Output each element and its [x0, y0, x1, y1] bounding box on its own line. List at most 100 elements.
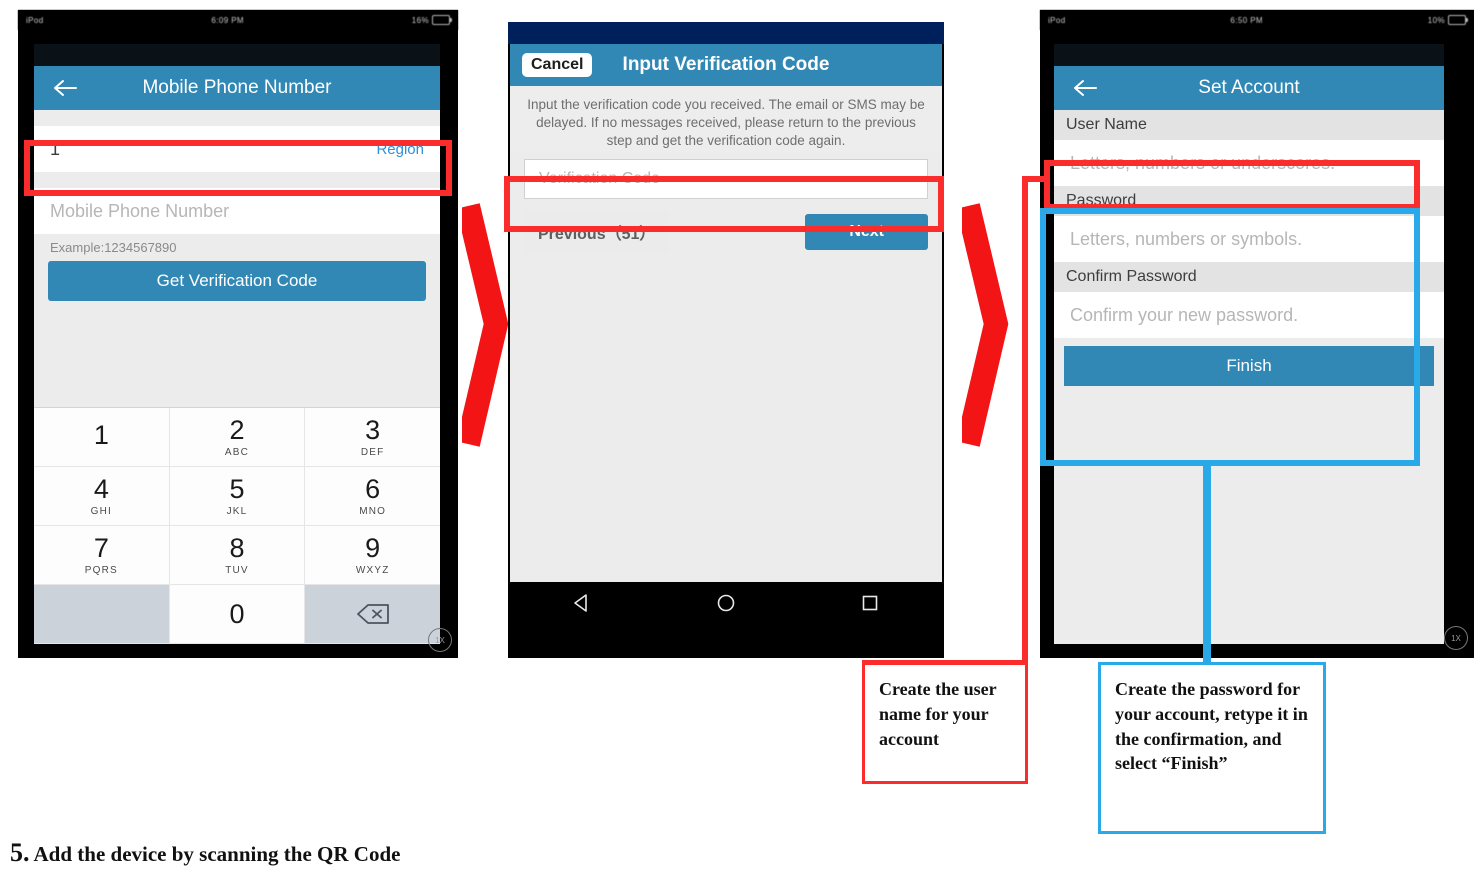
figure-caption: 5. Add the device by scanning the QR Cod…	[10, 838, 400, 868]
back-arrow-icon[interactable]	[1072, 77, 1098, 99]
app-screen-3: Set Account User Name Letters, numbers o…	[1054, 44, 1444, 644]
username-label: User Name	[1054, 110, 1444, 140]
numeric-keypad: 1 2 ABC 3 DEF 4 GHI 5 JKL 6 MNO 7 PQRS 8…	[34, 407, 440, 644]
key-number: 8	[229, 532, 245, 563]
battery-icon	[432, 15, 452, 25]
confirm-password-placeholder: Confirm your new password.	[1070, 304, 1299, 325]
screen-filler	[1054, 476, 1444, 644]
verification-code-input[interactable]: Verification Code	[524, 159, 928, 200]
app-screen-1: Mobile Phone Number 1 Region Mobile Phon…	[34, 44, 440, 644]
key-8[interactable]: 8 TUV	[169, 526, 306, 585]
username-input[interactable]: Letters, numbers or underscores.	[1054, 140, 1444, 186]
password-input[interactable]: Letters, numbers or symbols.	[1054, 216, 1444, 262]
action-button-row: Previous（51） Next	[510, 199, 942, 254]
battery-icon	[1448, 15, 1468, 25]
key-4[interactable]: 4 GHI	[34, 467, 170, 526]
key-number: 0	[229, 598, 245, 629]
previous-button[interactable]: Previous（51）	[524, 211, 670, 254]
mobile-phone-number-input[interactable]: Mobile Phone Number	[34, 188, 440, 234]
callout-username: Create the user name for your account	[862, 662, 1028, 784]
key-6[interactable]: 6 MNO	[305, 467, 440, 526]
key-letters: WXYZ	[355, 564, 390, 576]
key-2[interactable]: 2 ABC	[169, 408, 306, 467]
status-right: 16%	[411, 15, 452, 25]
key-number: 4	[93, 473, 109, 504]
key-number: 9	[365, 532, 381, 563]
key-number: 6	[365, 473, 381, 504]
phone-screenshot-1: iPod 6:09 PM 16% Mobile Phone Number 1 R…	[18, 10, 458, 658]
key-letters: GHI	[90, 505, 113, 517]
key-letters: PQRS	[84, 564, 118, 576]
spacer-2	[34, 172, 440, 188]
status-carrier: iPod	[26, 15, 44, 25]
connector-blue-vertical	[1203, 462, 1211, 666]
screen-top-strip-3	[1054, 44, 1444, 66]
key-5[interactable]: 5 JKL	[169, 467, 306, 526]
confirm-password-label: Confirm Password	[1054, 262, 1444, 292]
keypad-row: 1 2 ABC 3 DEF	[34, 408, 440, 467]
keypad-row: 4 GHI 5 JKL 6 MNO	[34, 467, 440, 526]
key-0[interactable]: 0	[169, 585, 306, 644]
screen-top-strip-1	[34, 44, 440, 66]
password-placeholder: Letters, numbers or symbols.	[1070, 228, 1303, 249]
verification-code-placeholder: Verification Code	[539, 170, 660, 188]
get-verification-code-button[interactable]: Get Verification Code	[48, 261, 426, 301]
username-placeholder: Letters, numbers or underscores.	[1070, 152, 1336, 173]
phone-screenshot-2: Cancel Input Verification Code Input the…	[508, 22, 944, 658]
home-circle-icon[interactable]	[715, 592, 737, 614]
status-bar-1: iPod 6:09 PM 16%	[18, 10, 458, 30]
flow-arrow-2-icon	[962, 200, 1022, 450]
key-3[interactable]: 3 DEF	[305, 408, 440, 467]
password-label: Password	[1054, 186, 1444, 216]
status-battery-percent: 16%	[411, 15, 429, 25]
status-carrier: iPod	[1048, 15, 1066, 25]
key-number: 7	[93, 532, 109, 563]
status-time: 6:50 PM	[1230, 15, 1263, 25]
recents-square-icon[interactable]	[859, 592, 881, 614]
key-number: 2	[229, 414, 245, 445]
confirm-password-input[interactable]: Confirm your new password.	[1054, 292, 1444, 338]
country-code-value: 1	[50, 138, 61, 159]
zoom-badge-1: 1X	[428, 628, 452, 652]
caption-text: Add the device by scanning the QR Code	[33, 842, 401, 866]
key-letters: JKL	[226, 505, 248, 517]
key-letters: ABC	[224, 446, 250, 458]
key-letters: MNO	[359, 505, 387, 517]
app-screen-2: Cancel Input Verification Code Input the…	[510, 44, 942, 624]
status-bar-2	[508, 22, 944, 44]
spacer-1	[34, 110, 440, 126]
backspace-icon[interactable]	[305, 585, 440, 644]
page-title: Mobile Phone Number	[142, 77, 332, 98]
key-7[interactable]: 7 PQRS	[34, 526, 170, 585]
country-code-field[interactable]: 1 Region	[34, 126, 440, 172]
region-link[interactable]: Region	[376, 141, 424, 158]
next-button[interactable]: Next	[805, 214, 928, 251]
key-letters: DEF	[360, 446, 385, 458]
keypad-row: 0	[34, 585, 440, 644]
back-triangle-icon[interactable]	[571, 592, 593, 614]
key-number: 5	[229, 473, 245, 504]
key-1[interactable]: 1	[34, 408, 170, 467]
caption-number: 5.	[10, 838, 30, 867]
navbar-1: Mobile Phone Number	[34, 66, 440, 110]
back-arrow-icon[interactable]	[52, 77, 78, 99]
navbar-3: Set Account	[1054, 66, 1444, 110]
callout-password: Create the password for your account, re…	[1098, 662, 1326, 834]
key-number: 3	[365, 414, 381, 445]
status-battery-percent: 10%	[1427, 15, 1445, 25]
example-hint: Example:1234567890	[34, 234, 440, 259]
status-bar-3: iPod 6:50 PM 10%	[1040, 10, 1474, 30]
key-number: 1	[93, 420, 109, 450]
navbar-2: Cancel Input Verification Code	[510, 44, 942, 86]
status-time: 6:09 PM	[211, 15, 244, 25]
key-letters: TUV	[225, 564, 249, 576]
key-blank	[34, 585, 170, 644]
cancel-button[interactable]: Cancel	[522, 53, 593, 77]
instruction-text: Input the verification code you received…	[510, 86, 942, 154]
phone-screenshot-3: iPod 6:50 PM 10% Set Account User Name L…	[1040, 10, 1474, 658]
page-title: Set Account	[1198, 77, 1300, 98]
keypad-row: 7 PQRS 8 TUV 9 WXYZ	[34, 526, 440, 585]
key-9[interactable]: 9 WXYZ	[305, 526, 440, 585]
connector-red-vertical	[1022, 176, 1028, 666]
finish-button[interactable]: Finish	[1064, 346, 1434, 386]
